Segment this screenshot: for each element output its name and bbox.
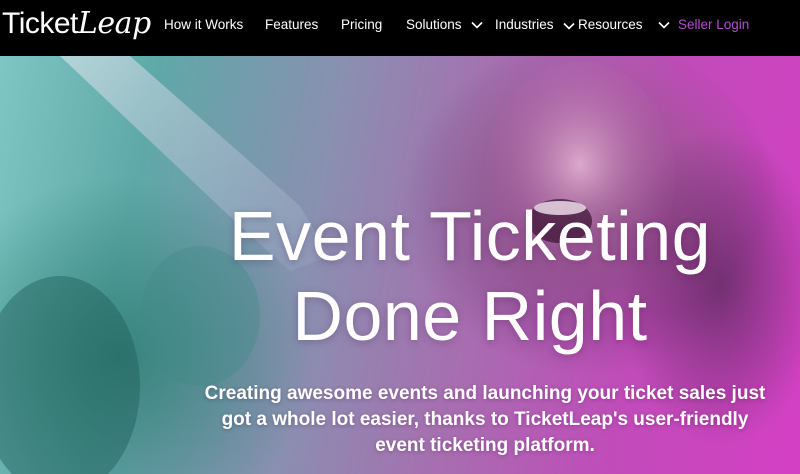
hero-section: Event Ticketing Done Right Creating awes… <box>0 56 800 474</box>
hero-headline-line2: Done Right <box>292 277 648 355</box>
chevron-down-icon <box>470 18 484 32</box>
nav-resources-dropdown[interactable]: Resources <box>578 17 671 32</box>
hero-subtext: Creating awesome events and launching yo… <box>204 383 766 456</box>
nav-solutions-dropdown[interactable]: Solutions <box>406 17 484 32</box>
logo-text-leap: Leap <box>77 6 151 41</box>
seller-login-link[interactable]: Seller Login <box>678 17 749 32</box>
logo-text-ticket: Ticket <box>2 7 78 40</box>
nav-pricing[interactable]: Pricing <box>341 17 382 32</box>
ticketleap-logo[interactable]: Ticket Leap <box>2 6 151 46</box>
nav-industries[interactable]: Industries <box>495 17 554 32</box>
chevron-down-icon <box>657 18 671 32</box>
top-navbar: Ticket Leap How it Works Features Pricing… <box>0 0 800 56</box>
hero-headline-line1: Event Ticketing <box>228 197 712 275</box>
chevron-down-icon[interactable] <box>562 19 576 33</box>
nav-how-it-works[interactable]: How it Works <box>164 17 243 32</box>
nav-features[interactable]: Features <box>265 17 318 32</box>
nav-resources-label: Resources <box>578 17 643 32</box>
nav-solutions-label: Solutions <box>406 17 462 32</box>
